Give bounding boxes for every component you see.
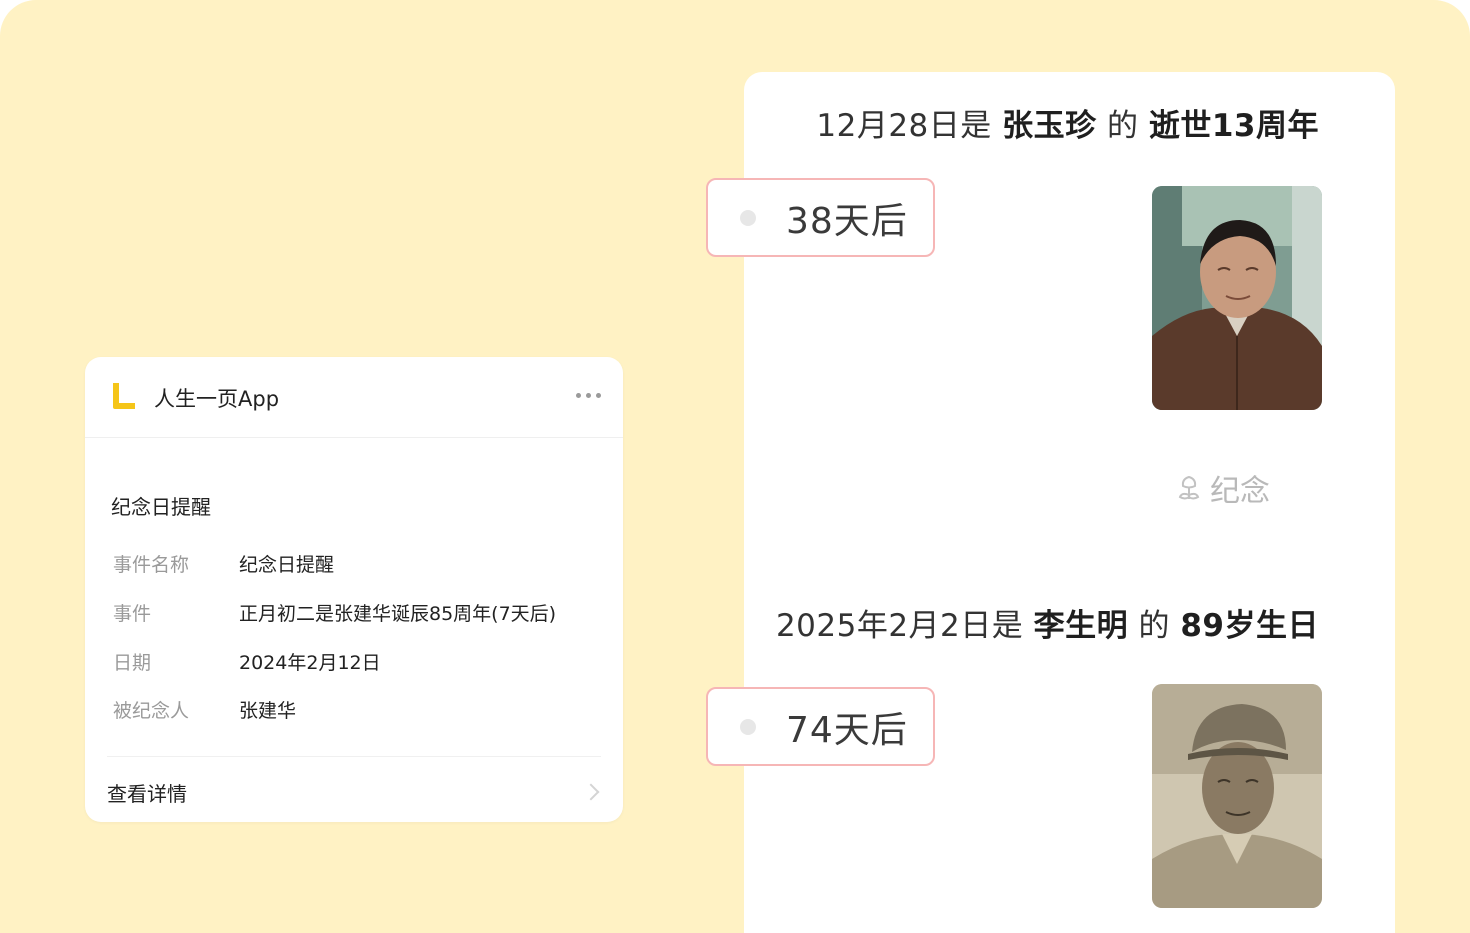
portrait-photo-1[interactable]	[1152, 186, 1322, 410]
more-options-icon[interactable]	[576, 393, 601, 398]
event-heading-1: 12月28日是 张玉珍 的 逝世13周年	[816, 100, 1319, 145]
field-value: 正月初二是张建华诞辰85周年(7天后)	[239, 603, 557, 625]
field-row-person: 被纪念人 张建华	[113, 696, 296, 723]
field-label: 事件	[113, 603, 152, 625]
field-value: 纪念日提醒	[239, 554, 335, 576]
event-occasion: 89岁生日	[1180, 608, 1319, 644]
timeline-dot	[740, 718, 756, 735]
event-connector: 的	[1138, 608, 1170, 644]
card-title: 纪念日提醒	[111, 495, 211, 519]
field-row-date: 日期 2024年2月12日	[113, 648, 381, 675]
field-value: 2024年2月12日	[239, 652, 381, 674]
app-stage: 12月28日是 张玉珍 的 逝世13周年 纪念 2025年2月2日是 李生明 的…	[0, 0, 1470, 933]
portrait-photo-2[interactable]	[1152, 684, 1322, 908]
countdown-badge[interactable]: 74天后	[706, 687, 935, 766]
card-header: 人生一页App	[85, 357, 623, 438]
commemorate-button[interactable]: 纪念	[1176, 466, 1270, 510]
reminder-notification-card: 人生一页App 纪念日提醒 事件名称 纪念日提醒 事件 正月初二是张建华诞辰85…	[85, 357, 623, 822]
event-person-name[interactable]: 张玉珍	[1002, 108, 1097, 144]
commemorate-label: 纪念	[1210, 474, 1270, 509]
view-details-label: 查看详情	[107, 781, 187, 806]
timeline-dot	[740, 209, 756, 226]
field-label: 日期	[113, 652, 152, 674]
event-date-text: 2025年2月2日是	[775, 608, 1024, 644]
event-date-text: 12月28日是	[816, 108, 992, 144]
divider	[107, 756, 601, 757]
field-label: 被纪念人	[113, 700, 190, 722]
app-logo-icon	[113, 383, 135, 409]
countdown-text: 38天后	[786, 200, 908, 242]
event-connector: 的	[1107, 108, 1139, 144]
event-occasion: 逝世13周年	[1148, 108, 1319, 144]
flower-icon	[1178, 475, 1200, 500]
field-row-event: 事件 正月初二是张建华诞辰85周年(7天后)	[113, 599, 556, 626]
chevron-right-icon	[582, 783, 600, 801]
field-value: 张建华	[239, 700, 297, 722]
event-person-name[interactable]: 李生明	[1034, 608, 1129, 644]
app-name: 人生一页App	[154, 387, 280, 411]
field-label: 事件名称	[113, 554, 190, 576]
field-row-event-name: 事件名称 纪念日提醒	[113, 550, 334, 577]
countdown-badge[interactable]: 38天后	[706, 178, 935, 257]
event-heading-2: 2025年2月2日是 李生明 的 89岁生日	[776, 600, 1319, 645]
view-details-link[interactable]: 查看详情	[107, 777, 605, 807]
countdown-text: 74天后	[786, 709, 908, 751]
